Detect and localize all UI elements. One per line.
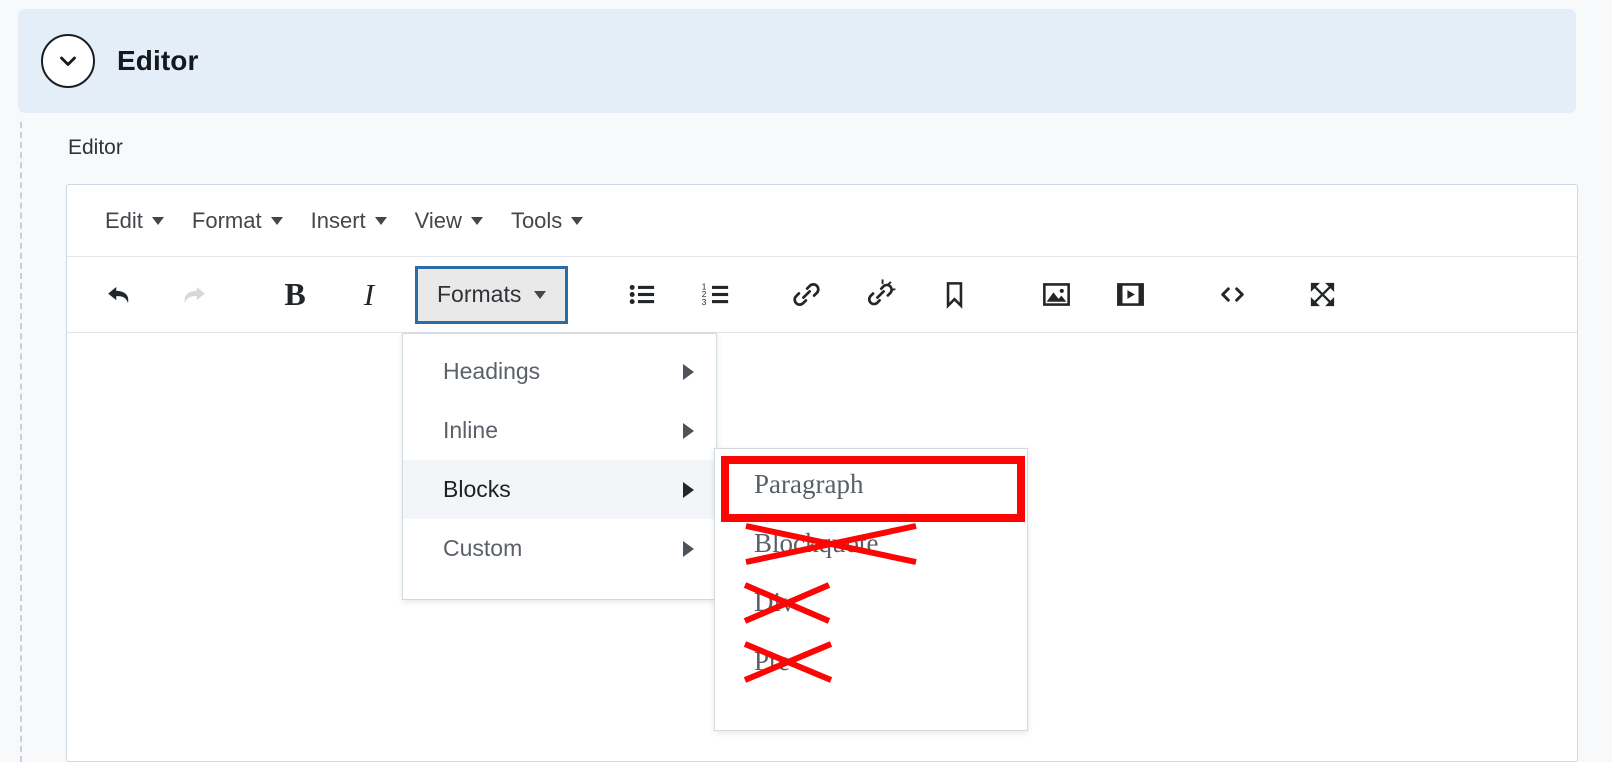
caret-down-icon <box>534 290 547 299</box>
caret-right-icon <box>683 481 694 498</box>
caret-down-icon <box>374 216 387 225</box>
caret-down-icon <box>470 216 483 225</box>
menu-item-tools[interactable]: Tools <box>497 202 597 240</box>
redo-icon[interactable] <box>165 271 221 319</box>
menu-item-label: Format <box>191 207 262 233</box>
menu-item-insert[interactable]: Insert <box>297 202 401 240</box>
source-code-icon[interactable] <box>1204 271 1260 319</box>
menu-item-label: Tools <box>510 207 563 233</box>
formats-button[interactable]: Formats <box>415 265 569 324</box>
dropdown-item-custom[interactable]: Custom <box>403 519 716 578</box>
media-icon[interactable] <box>1102 271 1158 319</box>
editor-field-label: Editor <box>68 136 123 159</box>
caret-right-icon <box>683 422 694 439</box>
submenu-item-div[interactable]: Div <box>715 573 1027 632</box>
svg-text:3: 3 <box>702 298 707 307</box>
menu-item-format[interactable]: Format <box>178 202 297 240</box>
bullet-list-icon[interactable] <box>614 271 670 319</box>
numbered-list-icon[interactable]: 1 2 3 <box>688 271 744 319</box>
dropdown-item-inline[interactable]: Inline <box>403 401 716 460</box>
page-title: Editor <box>117 45 199 76</box>
italic-icon[interactable]: I <box>341 271 397 319</box>
menu-item-view[interactable]: View <box>401 202 497 240</box>
link-icon[interactable] <box>778 271 834 319</box>
dropdown-item-label: Blocks <box>443 476 511 502</box>
unlink-icon[interactable] <box>852 271 908 319</box>
submenu-item-paragraph[interactable]: Paragraph <box>715 455 1027 514</box>
caret-down-icon <box>571 216 584 225</box>
submenu-item-label: Div <box>754 587 795 617</box>
bookmark-icon[interactable] <box>926 271 982 319</box>
formats-button-label: Formats <box>437 281 522 307</box>
fullscreen-icon[interactable] <box>1294 271 1350 319</box>
submenu-item-label: Pre <box>754 646 790 676</box>
bold-icon[interactable]: B <box>267 271 323 319</box>
undo-icon[interactable] <box>91 271 147 319</box>
menu-item-edit[interactable]: Edit <box>91 202 178 240</box>
dropdown-item-blocks[interactable]: Blocks <box>403 460 716 519</box>
submenu-item-label: Paragraph <box>754 469 864 499</box>
dropdown-item-label: Inline <box>443 417 498 443</box>
section-guide-line <box>20 122 22 762</box>
menu-item-label: Edit <box>105 207 143 233</box>
editor-menubar: Edit Format Insert View Tools <box>67 185 1577 257</box>
dropdown-item-label: Headings <box>443 358 541 384</box>
image-icon[interactable] <box>1028 271 1084 319</box>
submenu-item-label: Blockquote <box>754 528 879 558</box>
chevron-down-icon[interactable] <box>41 34 95 88</box>
dropdown-item-label: Custom <box>443 535 523 561</box>
submenu-item-pre[interactable]: Pre <box>715 632 1027 691</box>
editor-section-banner[interactable]: Editor <box>18 9 1576 113</box>
formats-dropdown-menu: Headings Inline Blocks Custom <box>402 333 717 600</box>
editor-toolbar: B I Formats 1 2 3 <box>67 257 1577 333</box>
caret-down-icon <box>151 216 164 225</box>
blocks-submenu: Paragraph Blockquote Div Pre <box>714 448 1028 731</box>
caret-right-icon <box>683 363 694 380</box>
dropdown-item-headings[interactable]: Headings <box>403 342 716 401</box>
menu-item-label: Insert <box>310 207 366 233</box>
caret-down-icon <box>270 216 283 225</box>
submenu-item-blockquote[interactable]: Blockquote <box>715 514 1027 573</box>
menu-item-label: View <box>414 207 462 233</box>
caret-right-icon <box>683 540 694 557</box>
